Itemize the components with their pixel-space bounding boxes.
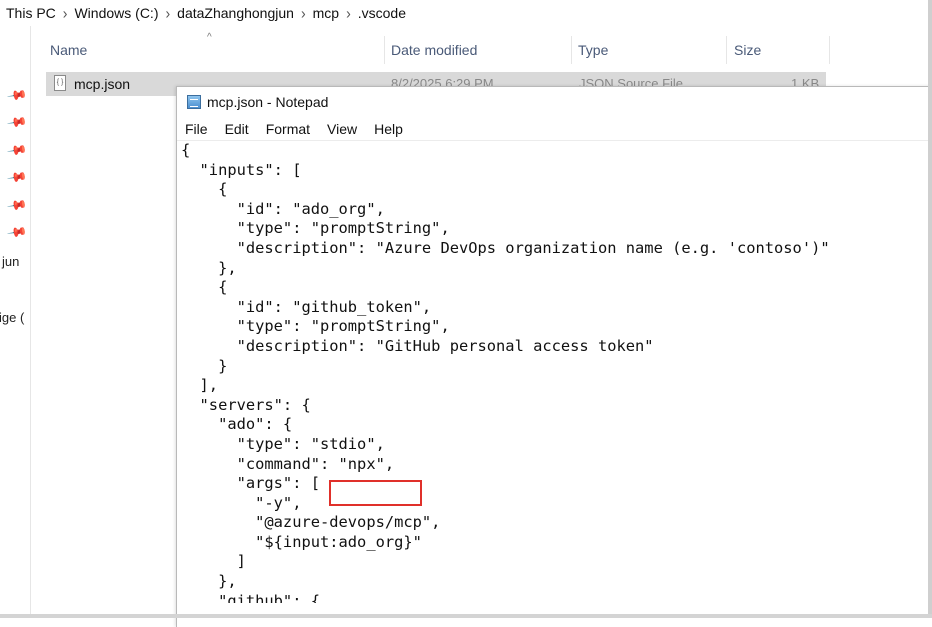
code-line[interactable]: "-y",: [181, 494, 931, 514]
breadcrumb-this-pc[interactable]: This PC: [6, 5, 56, 21]
pin-icon[interactable]: 📌: [6, 84, 28, 106]
nav-item-label[interactable]: jun: [2, 254, 19, 269]
chevron-right-icon[interactable]: ›: [301, 4, 306, 22]
pin-icon[interactable]: 📌: [6, 111, 28, 133]
column-header-date-modified[interactable]: Date modified: [387, 37, 571, 63]
json-file-icon: { }: [54, 75, 66, 91]
code-line[interactable]: ],: [181, 376, 931, 396]
notepad-window[interactable]: mcp.json - Notepad File Edit Format View…: [176, 86, 932, 627]
code-line[interactable]: "servers": {: [181, 396, 931, 416]
code-line[interactable]: "description": "Azure DevOps organizatio…: [181, 239, 931, 259]
menu-edit[interactable]: Edit: [217, 121, 258, 137]
breadcrumb-datazhanghongjun[interactable]: dataZhanghongjun: [177, 5, 294, 21]
code-line[interactable]: "ado": {: [181, 415, 931, 435]
column-header-name[interactable]: Name: [46, 37, 384, 63]
chevron-right-icon[interactable]: ›: [63, 4, 68, 22]
code-line[interactable]: }: [181, 357, 931, 377]
menu-file[interactable]: File: [177, 121, 217, 137]
annotation-highlight-box: [329, 480, 422, 506]
code-line[interactable]: {: [181, 278, 931, 298]
menu-view[interactable]: View: [319, 121, 366, 137]
breadcrumb[interactable]: This PC › Windows (C:) › dataZhanghongju…: [0, 0, 932, 26]
code-line[interactable]: {: [181, 141, 931, 161]
column-divider[interactable]: [571, 36, 572, 64]
code-line[interactable]: ]: [181, 552, 931, 572]
menu-bar: File Edit Format View Help: [177, 118, 932, 141]
code-line[interactable]: },: [181, 572, 931, 592]
code-line[interactable]: "type": "promptString",: [181, 317, 931, 337]
chevron-right-icon[interactable]: ›: [346, 4, 351, 22]
column-divider[interactable]: [726, 36, 727, 64]
navigation-pane: 📌 📌 📌 📌 📌 📌 jun ige (: [0, 26, 31, 618]
code-line[interactable]: "inputs": [: [181, 161, 931, 181]
column-divider[interactable]: [829, 36, 830, 64]
code-line[interactable]: "type": "stdio",: [181, 435, 931, 455]
code-line[interactable]: "id": "ado_org",: [181, 200, 931, 220]
pin-icon[interactable]: 📌: [6, 194, 28, 216]
breadcrumb-mcp[interactable]: mcp: [313, 5, 339, 21]
code-line[interactable]: "github": {: [181, 592, 931, 603]
code-line[interactable]: "args": [: [181, 474, 931, 494]
code-line[interactable]: "command": "npx",: [181, 455, 931, 475]
code-line[interactable]: "${input:ado_org}": [181, 533, 931, 553]
menu-format[interactable]: Format: [258, 121, 319, 137]
window-title: mcp.json - Notepad: [207, 94, 329, 110]
breadcrumb-windows-c[interactable]: Windows (C:): [74, 5, 158, 21]
code-line[interactable]: {: [181, 180, 931, 200]
window-border: [928, 0, 932, 618]
code-line[interactable]: "type": "promptString",: [181, 219, 931, 239]
code-line[interactable]: "id": "github_token",: [181, 298, 931, 318]
nav-item-label[interactable]: ige (: [0, 310, 24, 325]
pin-icon[interactable]: 📌: [6, 139, 28, 161]
column-divider[interactable]: [384, 36, 385, 64]
file-name[interactable]: mcp.json: [74, 76, 130, 92]
pin-icon[interactable]: 📌: [6, 166, 28, 188]
chevron-right-icon[interactable]: ›: [165, 4, 170, 22]
menu-help[interactable]: Help: [366, 121, 412, 137]
column-header-size[interactable]: Size: [730, 37, 828, 63]
code-line[interactable]: },: [181, 259, 931, 279]
notepad-icon: [187, 95, 201, 109]
code-line[interactable]: "description": "GitHub personal access t…: [181, 337, 931, 357]
pin-icon[interactable]: 📌: [6, 221, 28, 243]
column-header-type[interactable]: Type: [574, 37, 726, 63]
window-border: [0, 614, 932, 618]
breadcrumb-vscode[interactable]: .vscode: [358, 5, 406, 21]
text-editor[interactable]: { "inputs": [ { "id": "ado_org", "type":…: [181, 141, 931, 603]
code-line[interactable]: "@azure-devops/mcp",: [181, 513, 931, 533]
notepad-titlebar[interactable]: mcp.json - Notepad: [177, 87, 932, 117]
